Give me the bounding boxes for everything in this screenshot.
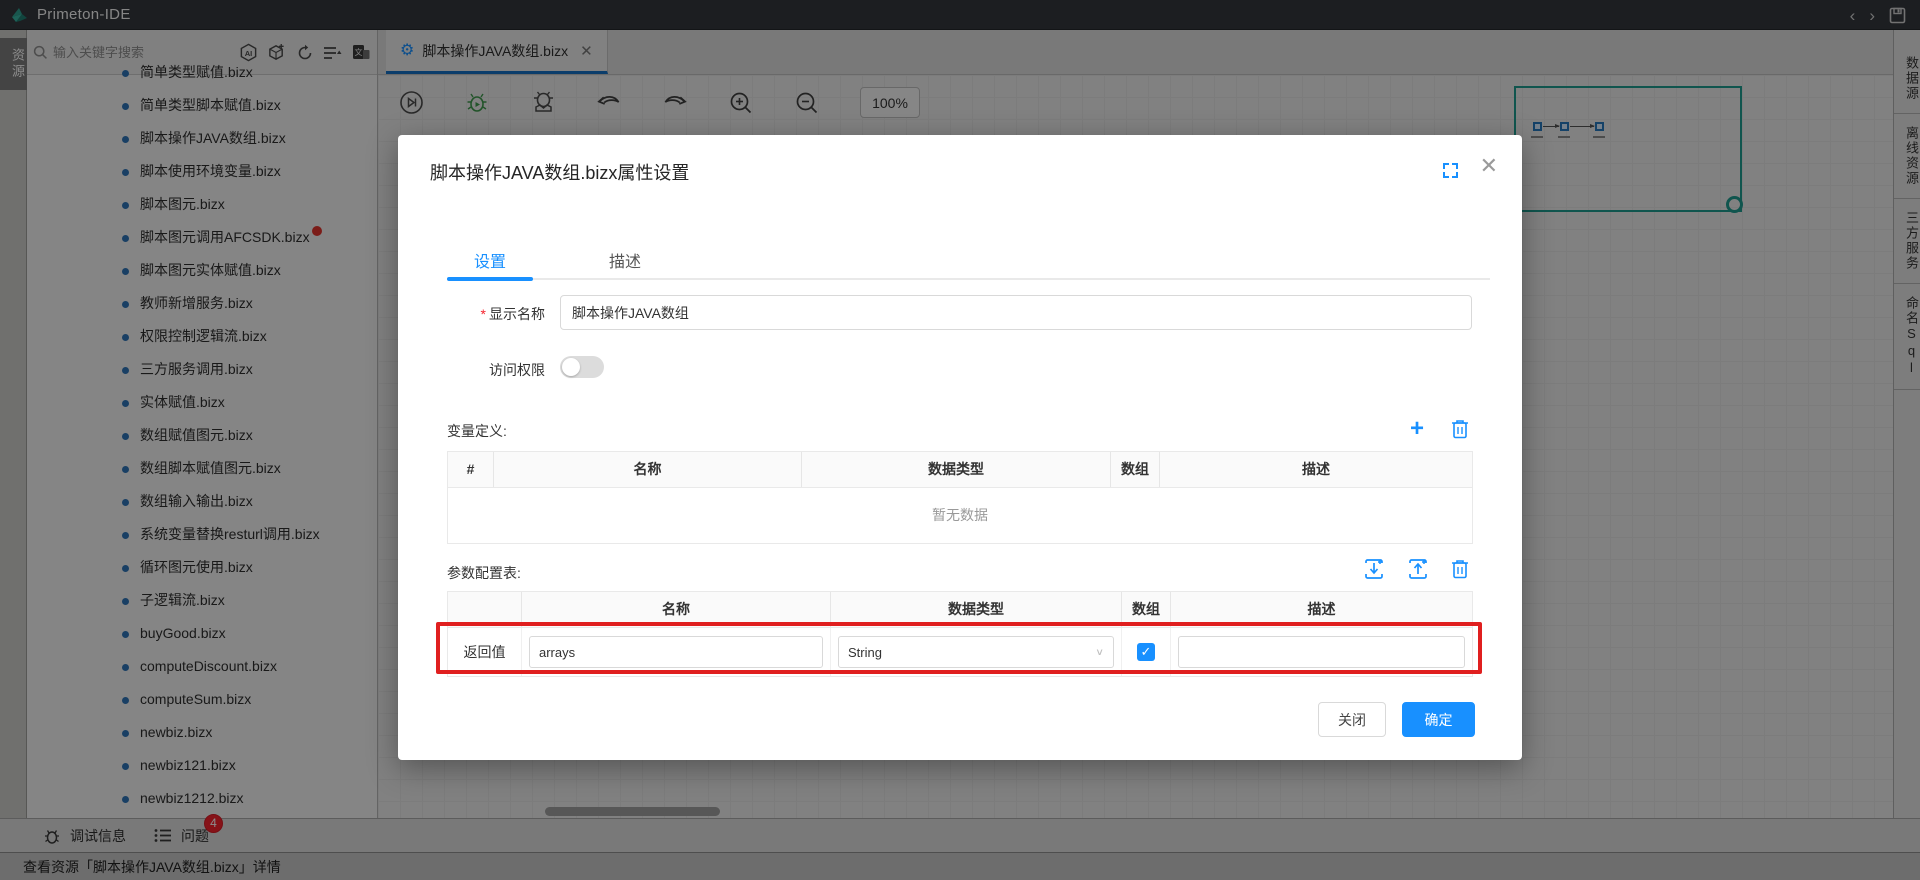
param-section-label: 参数配置表: bbox=[447, 563, 521, 583]
delete-variable-icon[interactable] bbox=[1450, 418, 1470, 440]
param-type-select[interactable]: String ∨ bbox=[838, 636, 1114, 668]
add-variable-icon[interactable]: + bbox=[1410, 417, 1424, 441]
variable-section-label: 变量定义: bbox=[447, 421, 507, 441]
fullscreen-icon[interactable] bbox=[1443, 163, 1458, 178]
parameter-row-return-value: 返回值 String ∨ ✓ bbox=[448, 628, 1472, 676]
col-name: 名称 bbox=[494, 452, 802, 487]
import-params-icon[interactable] bbox=[1362, 557, 1386, 581]
delete-param-icon[interactable] bbox=[1450, 558, 1470, 580]
access-permission-label: 访问权限 bbox=[435, 360, 545, 380]
col-array: 数组 bbox=[1122, 592, 1171, 627]
dialog-footer: 关闭 确定 bbox=[1318, 702, 1475, 737]
properties-dialog: 脚本操作JAVA数组.bizx属性设置 ✕ 设置 描述 *显示名称 访问权限 变… bbox=[398, 135, 1522, 760]
ok-button[interactable]: 确定 bbox=[1402, 702, 1475, 737]
variable-table: # 名称 数据类型 数组 描述 暂无数据 bbox=[447, 451, 1473, 544]
export-params-icon[interactable] bbox=[1406, 557, 1430, 581]
display-name-label: *显示名称 bbox=[435, 304, 545, 324]
param-desc-input[interactable] bbox=[1178, 636, 1465, 668]
parameter-table-header: 名称 数据类型 数组 描述 bbox=[448, 592, 1472, 628]
dialog-close-icon[interactable]: ✕ bbox=[1480, 155, 1498, 177]
parameter-table: 名称 数据类型 数组 描述 返回值 String ∨ ✓ bbox=[447, 591, 1473, 677]
display-name-input[interactable] bbox=[560, 295, 1472, 330]
required-asterisk: * bbox=[481, 306, 486, 322]
array-checkbox[interactable]: ✓ bbox=[1137, 643, 1155, 661]
param-type-value: String bbox=[848, 645, 882, 660]
col-desc: 描述 bbox=[1171, 592, 1472, 627]
access-permission-toggle[interactable] bbox=[560, 356, 604, 378]
primeton-ide-window: Primeton-IDE ‹ › 资源 AI bbox=[0, 0, 1920, 880]
dialog-title: 脚本操作JAVA数组.bizx属性设置 bbox=[430, 159, 689, 185]
col-blank bbox=[448, 592, 522, 627]
tab-description[interactable]: 描述 bbox=[582, 248, 668, 286]
return-value-label: 返回值 bbox=[464, 642, 506, 662]
tabs-divider bbox=[447, 278, 1490, 280]
param-name-input[interactable] bbox=[529, 636, 823, 668]
toggle-knob bbox=[562, 358, 580, 376]
empty-data-text: 暂无数据 bbox=[448, 488, 1472, 543]
col-datatype: 数据类型 bbox=[802, 452, 1111, 487]
variable-table-header: # 名称 数据类型 数组 描述 bbox=[448, 452, 1472, 488]
active-tab-indicator bbox=[447, 277, 533, 281]
col-array: 数组 bbox=[1111, 452, 1160, 487]
col-name: 名称 bbox=[522, 592, 831, 627]
col-index: # bbox=[448, 452, 494, 487]
close-button[interactable]: 关闭 bbox=[1318, 702, 1386, 737]
col-datatype: 数据类型 bbox=[831, 592, 1122, 627]
col-desc: 描述 bbox=[1160, 452, 1472, 487]
chevron-down-icon: ∨ bbox=[1095, 646, 1104, 657]
